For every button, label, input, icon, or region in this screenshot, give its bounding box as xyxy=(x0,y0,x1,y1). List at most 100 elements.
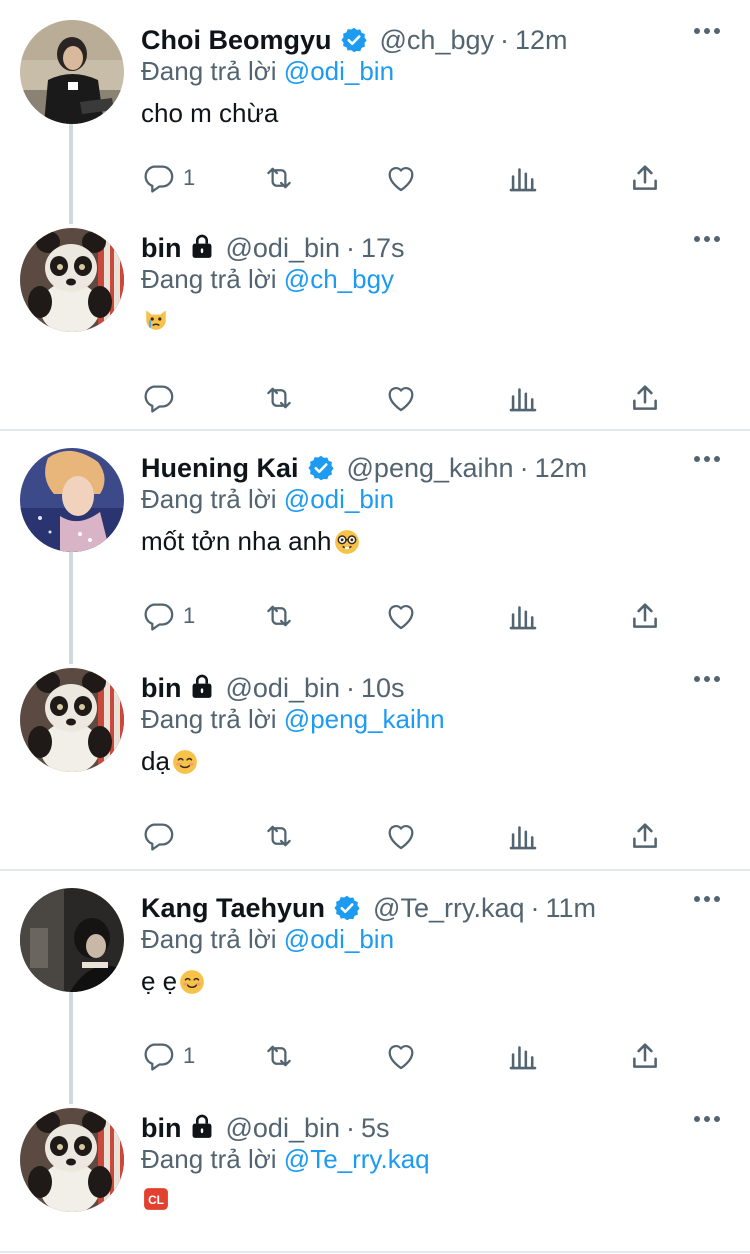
avatar-photo xyxy=(20,1108,124,1212)
reply-mention[interactable]: @odi_bin xyxy=(284,924,394,954)
tweet-text-content: cho m chừa xyxy=(141,98,279,128)
retweet-icon xyxy=(267,387,291,409)
timestamp[interactable]: 10s xyxy=(361,673,405,704)
timestamp[interactable]: 17s xyxy=(361,233,405,264)
avatar-photo xyxy=(20,448,124,552)
crying-cat-icon xyxy=(146,310,166,330)
user-handle[interactable]: @peng_kaihn xyxy=(347,453,514,484)
tweet[interactable]: Huening Kai @peng_kaihn · 12m Đang trả l… xyxy=(0,448,750,648)
share-icon xyxy=(633,165,657,190)
avatar[interactable] xyxy=(20,1108,124,1212)
reply-mention[interactable]: @odi_bin xyxy=(284,56,394,86)
tweet[interactable]: bin @odi_bin · 5s Đang trả lời @Te_rry.k… xyxy=(0,1108,750,1248)
action-bar xyxy=(0,816,750,856)
retweet-button[interactable] xyxy=(262,158,296,198)
like-button[interactable] xyxy=(384,816,418,856)
tweet-text-content: mốt tởn nha anh xyxy=(141,526,332,556)
tweet-header: bin @odi_bin · 17s xyxy=(141,228,405,268)
more-options-icon[interactable] xyxy=(694,26,720,36)
share-button[interactable] xyxy=(628,596,662,636)
replying-to: Đang trả lời @odi_bin xyxy=(141,56,394,87)
cl-button-icon: CL xyxy=(144,1188,168,1210)
reply-button[interactable]: 1 xyxy=(141,1036,195,1076)
display-name[interactable]: Kang Taehyun xyxy=(141,893,325,924)
reply-button[interactable]: 1 xyxy=(141,596,195,636)
separator-dot: · xyxy=(519,452,529,483)
heart-icon xyxy=(388,1045,414,1070)
separator-dot: · xyxy=(500,24,509,55)
separator-dot: · xyxy=(530,892,540,923)
replying-to: Đang trả lời @ch_bgy xyxy=(141,264,394,295)
avatar[interactable] xyxy=(20,20,124,124)
share-button[interactable] xyxy=(628,378,662,418)
analytics-button[interactable] xyxy=(506,816,540,856)
timestamp[interactable]: 5s xyxy=(361,1113,390,1144)
reply-count: 1 xyxy=(183,165,196,190)
retweet-button[interactable] xyxy=(262,378,296,418)
timestamp[interactable]: 12m xyxy=(515,25,568,56)
reply-mention[interactable]: @ch_bgy xyxy=(284,264,394,294)
like-button[interactable] xyxy=(384,1036,418,1076)
like-button[interactable] xyxy=(384,596,418,636)
analytics-button[interactable] xyxy=(506,1036,540,1076)
reply-button[interactable]: 1 xyxy=(141,158,195,198)
display-name[interactable]: bin xyxy=(141,673,182,704)
retweet-button[interactable] xyxy=(262,816,296,856)
tweet[interactable]: bin @odi_bin · 17s Đang trả lời @ch_bgy xyxy=(0,228,750,428)
avatar[interactable] xyxy=(20,668,124,772)
lock-icon xyxy=(192,1114,211,1138)
share-button[interactable] xyxy=(628,816,662,856)
tweet[interactable]: Choi Beomgyu @ch_bgy · 12m Đang trả lời … xyxy=(0,20,750,220)
avatar[interactable] xyxy=(20,888,124,992)
reply-mention[interactable]: @Te_rry.kaq xyxy=(284,1144,430,1174)
user-handle[interactable]: @ch_bgy xyxy=(380,25,494,56)
more-options-icon[interactable] xyxy=(694,454,720,464)
display-name[interactable]: Huening Kai xyxy=(141,453,299,484)
action-bar xyxy=(0,378,750,418)
reply-mention[interactable]: @odi_bin xyxy=(284,484,394,514)
display-name[interactable]: bin xyxy=(141,233,182,264)
replying-to: Đang trả lời @Te_rry.kaq xyxy=(141,1144,430,1175)
avatar-photo xyxy=(20,228,124,332)
reply-button[interactable] xyxy=(141,378,175,418)
user-handle[interactable]: @odi_bin xyxy=(226,1113,341,1144)
tweet-text: dạ xyxy=(141,746,198,777)
avatar-photo xyxy=(20,888,124,992)
user-handle[interactable]: @odi_bin xyxy=(226,673,341,704)
separator-dot: · xyxy=(346,1112,355,1143)
display-name[interactable]: bin xyxy=(141,1113,182,1144)
analytics-button[interactable] xyxy=(506,158,540,198)
retweet-button[interactable] xyxy=(262,596,296,636)
timestamp[interactable]: 12m xyxy=(535,453,588,484)
display-name[interactable]: Choi Beomgyu xyxy=(141,25,332,56)
retweet-button[interactable] xyxy=(262,1036,296,1076)
more-options-icon[interactable] xyxy=(694,1114,720,1124)
verified-badge-icon xyxy=(340,27,367,53)
like-button[interactable] xyxy=(384,158,418,198)
avatar-photo xyxy=(20,668,124,772)
reply-button[interactable] xyxy=(141,816,175,856)
tweet[interactable]: Kang Taehyun @Te_rry.kaq · 11m Đang trả … xyxy=(0,888,750,1088)
like-button[interactable] xyxy=(384,378,418,418)
reply-mention[interactable]: @peng_kaihn xyxy=(284,704,445,734)
action-bar: 1 xyxy=(0,1036,750,1076)
tweet-text: cho m chừa xyxy=(141,98,278,129)
user-handle[interactable]: @Te_rry.kaq xyxy=(373,893,524,924)
avatar[interactable] xyxy=(20,228,124,332)
verified-badge-icon xyxy=(307,455,334,481)
retweet-icon xyxy=(267,825,291,847)
analytics-button[interactable] xyxy=(506,596,540,636)
analytics-button[interactable] xyxy=(506,378,540,418)
tweet[interactable]: bin @odi_bin · 10s Đang trả lời @peng_ka… xyxy=(0,668,750,868)
analytics-icon xyxy=(509,388,537,412)
analytics-icon xyxy=(509,168,537,192)
user-handle[interactable]: @odi_bin xyxy=(226,233,341,264)
timestamp[interactable]: 11m xyxy=(545,893,596,924)
share-button[interactable] xyxy=(628,158,662,198)
more-options-icon[interactable] xyxy=(694,234,720,244)
more-options-icon[interactable] xyxy=(694,674,720,684)
tweet-text: mốt tởn nha anh xyxy=(141,526,360,557)
more-options-icon[interactable] xyxy=(694,894,720,904)
share-button[interactable] xyxy=(628,1036,662,1076)
avatar[interactable] xyxy=(20,448,124,552)
